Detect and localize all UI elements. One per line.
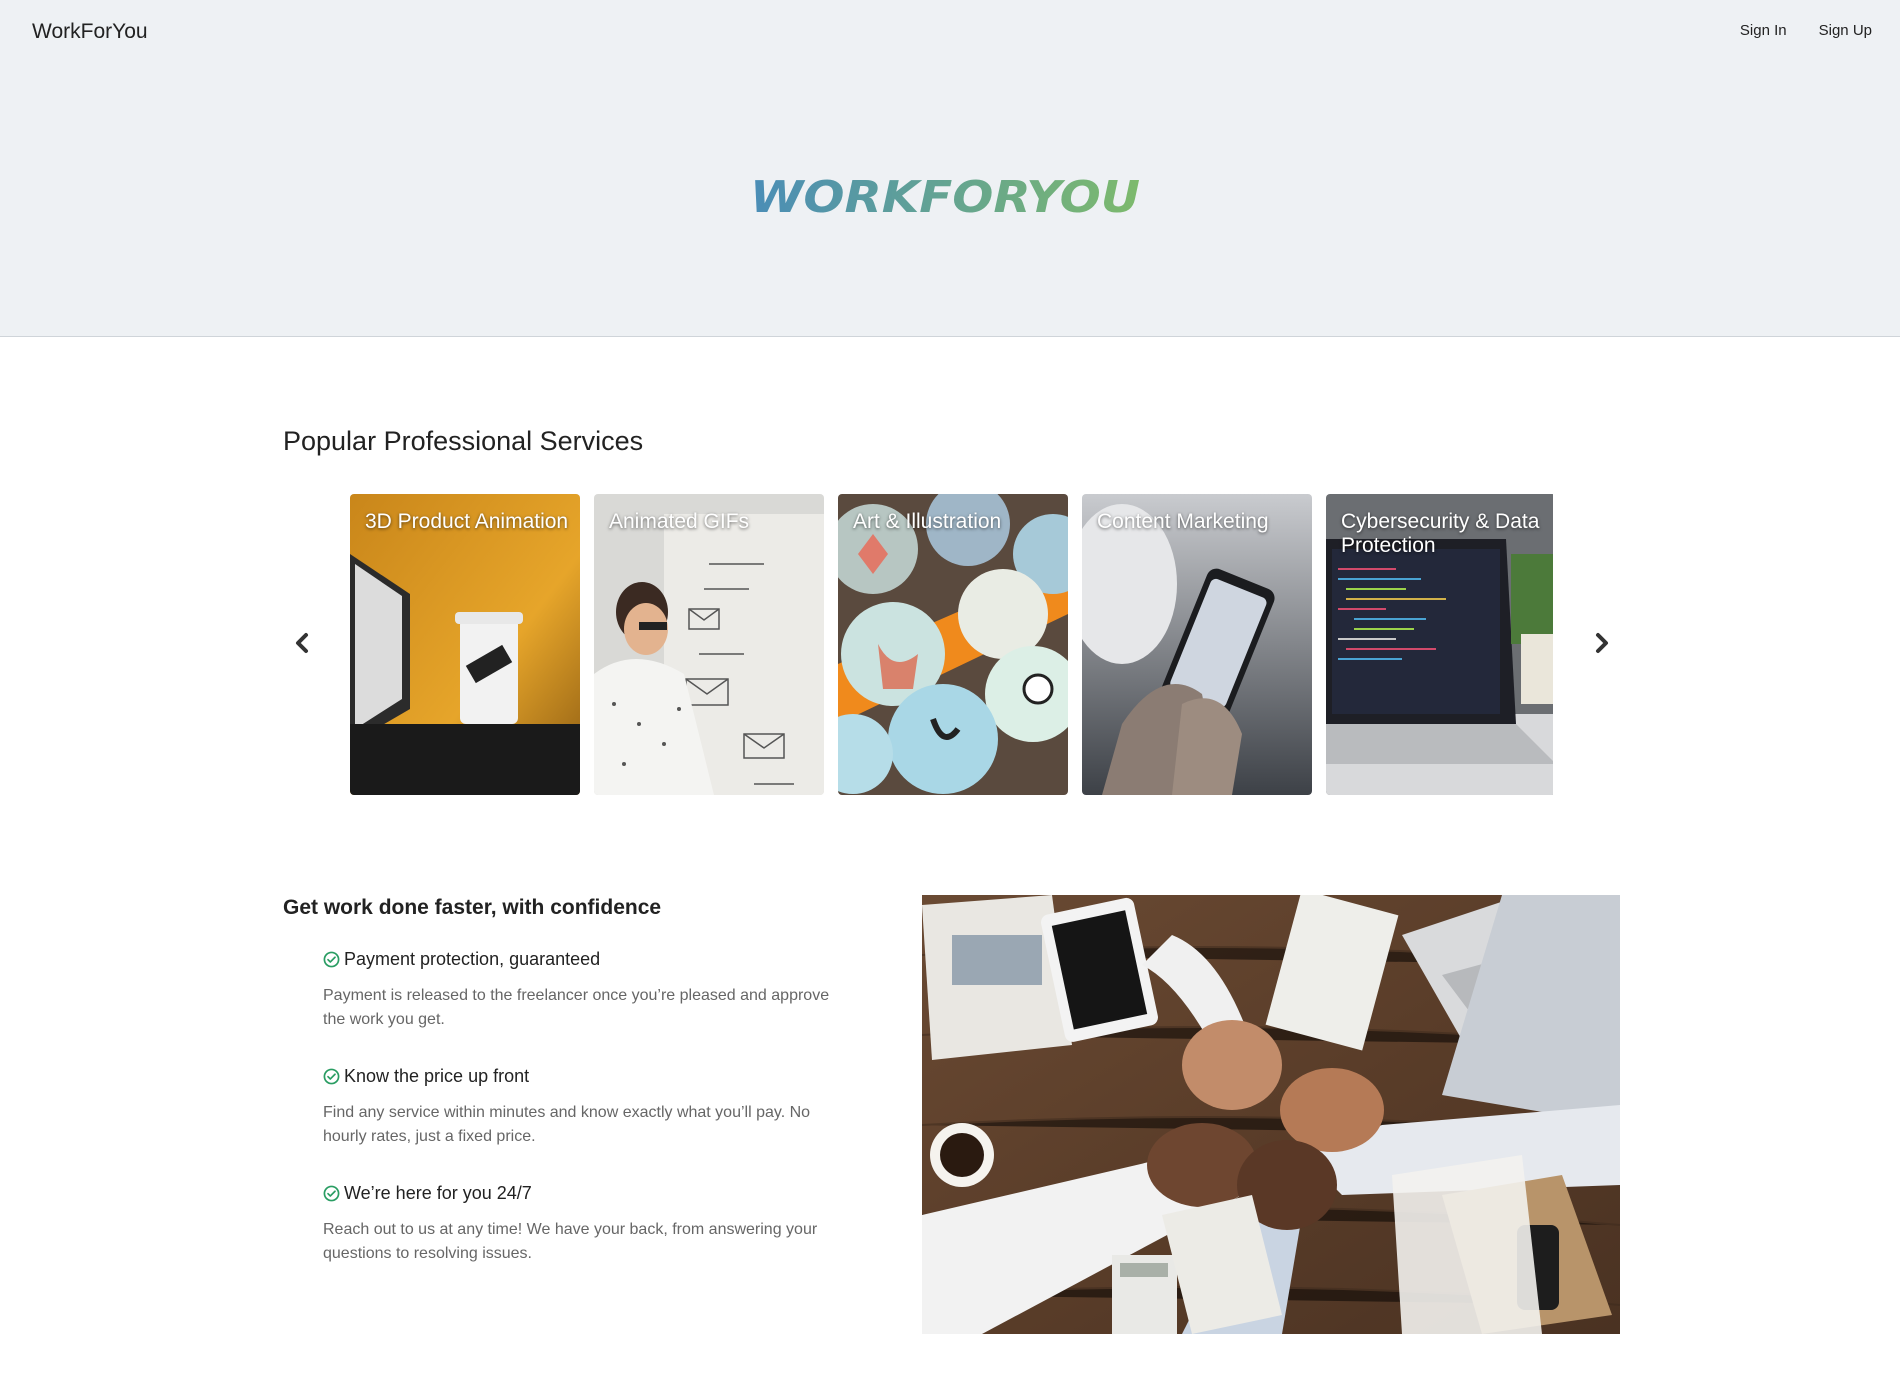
feature-title: We’re here for you 24/7 xyxy=(344,1183,532,1203)
feature-description: Payment is released to the freelancer on… xyxy=(323,987,830,1028)
brand-link[interactable]: WorkForYou xyxy=(32,20,148,44)
workforyou-logo: WORKFORYOU xyxy=(750,172,1140,223)
check-circle-icon xyxy=(323,1185,340,1202)
feature-description: Reach out to us at any time! We have you… xyxy=(323,1221,818,1262)
services-heading: Popular Professional Services xyxy=(283,426,644,456)
feature-title: Know the price up front xyxy=(344,1066,530,1086)
service-card-label: Content Marketing xyxy=(1097,510,1269,533)
top-nav: Sign In Sign Up xyxy=(1740,22,1872,39)
service-card-art-illustration[interactable]: Art & Illustration xyxy=(838,494,1068,795)
check-circle-icon xyxy=(323,951,340,968)
teamwork-photo xyxy=(922,895,1620,1334)
carousel-prev-button[interactable] xyxy=(289,628,315,658)
service-card-label: Animated GIFs xyxy=(609,510,750,533)
check-circle-icon xyxy=(323,1068,340,1085)
chevron-right-icon xyxy=(1596,633,1608,653)
feature-description: Find any service within minutes and know… xyxy=(323,1104,811,1145)
service-card-label: 3D Product Animation xyxy=(365,510,569,533)
logo-wordmark: WORKFORYOU xyxy=(750,172,1140,223)
feature-payment-protection: Payment protection, guaranteed Payment i… xyxy=(323,949,833,1032)
feature-title: Payment protection, guaranteed xyxy=(344,949,601,969)
feature-price-up-front: Know the price up front Find any service… xyxy=(323,1066,833,1149)
service-card-content-marketing[interactable]: Content Marketing xyxy=(1082,494,1312,795)
hero-banner: WorkForYou Sign In Sign Up WORKFORYOU xyxy=(0,0,1900,337)
art-illustration-image xyxy=(838,494,1068,795)
confidence-heading: Get work done faster, with confidence xyxy=(283,896,662,919)
sign-up-link[interactable]: Sign Up xyxy=(1819,22,1872,39)
carousel-next-button[interactable] xyxy=(1589,628,1615,658)
sign-in-link[interactable]: Sign In xyxy=(1740,22,1787,39)
service-card-cybersecurity[interactable]: Cybersecurity & Data Protection xyxy=(1326,494,1553,795)
service-card-animated-gifs[interactable]: Animated GIFs xyxy=(594,494,824,795)
3d-animation-image xyxy=(350,494,580,795)
content-marketing-image xyxy=(1082,494,1312,795)
service-card-label: Cybersecurity & Data Protection xyxy=(1341,510,1540,557)
service-card-label: Art & Illustration xyxy=(853,510,1002,533)
animated-gifs-image xyxy=(594,494,824,795)
services-carousel: 3D Product Animation Animated GIFs Art &… xyxy=(350,494,1553,795)
chevron-left-icon xyxy=(296,633,308,653)
service-card-3d-product-animation[interactable]: 3D Product Animation xyxy=(350,494,580,795)
feature-support-24-7: We’re here for you 24/7 Reach out to us … xyxy=(323,1183,833,1266)
